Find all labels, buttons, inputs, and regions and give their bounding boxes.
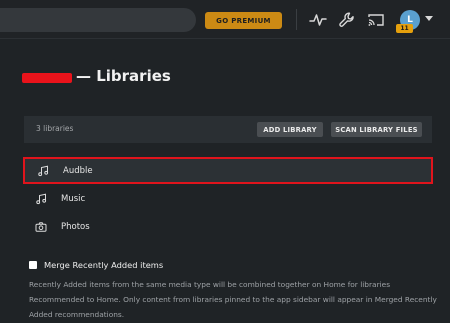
merge-checkbox[interactable]	[29, 261, 37, 269]
notification-badge: 11	[396, 24, 413, 33]
music-note-icon	[37, 165, 49, 177]
scan-library-files-button[interactable]: SCAN LIBRARY FILES	[331, 122, 422, 137]
merge-recently-added-option[interactable]: Merge Recently Added items	[29, 260, 163, 270]
library-item-audble[interactable]: Audble	[23, 157, 433, 184]
cast-icon[interactable]	[366, 10, 386, 30]
go-premium-button[interactable]: GO PREMIUM	[205, 12, 282, 29]
search-input[interactable]	[0, 8, 196, 32]
top-bar: GO PREMIUM L 11	[0, 0, 450, 39]
merge-description: Recently Added items from the same media…	[29, 280, 437, 319]
activity-icon[interactable]	[308, 10, 328, 30]
merge-checkbox-label: Merge Recently Added items	[44, 260, 164, 270]
redacted-server-name	[22, 73, 72, 83]
add-library-button[interactable]: ADD LIBRARY	[257, 122, 323, 137]
library-count: 3 libraries	[36, 124, 74, 133]
libraries-header: 3 libraries ADD LIBRARY SCAN LIBRARY FIL…	[24, 116, 432, 143]
library-item-label: Music	[61, 194, 86, 204]
wrench-icon[interactable]	[337, 10, 357, 30]
chevron-down-icon[interactable]	[425, 16, 433, 21]
page-title: — Libraries	[76, 67, 171, 85]
library-item-photos[interactable]: Photos	[24, 213, 432, 241]
library-item-music[interactable]: Music	[24, 185, 432, 213]
library-item-label: Photos	[61, 222, 90, 232]
library-item-label: Audble	[63, 165, 93, 176]
camera-icon	[35, 221, 47, 233]
music-note-icon	[35, 193, 47, 205]
toolbar-divider	[296, 9, 297, 30]
